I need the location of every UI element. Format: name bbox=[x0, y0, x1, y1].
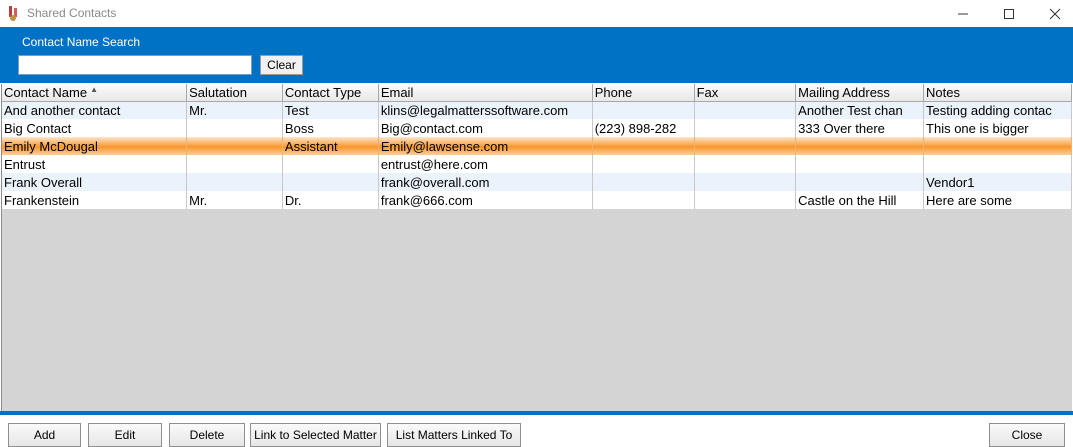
cell-salutation[interactable] bbox=[186, 119, 283, 137]
cell-mailing-address[interactable]: 333 Over there bbox=[795, 119, 925, 137]
title-bar: Shared Contacts bbox=[0, 0, 1073, 27]
action-bar: Add Edit Delete Link to Selected Matter … bbox=[0, 411, 1073, 447]
cell-mailing-address[interactable]: Another Test chan bbox=[795, 101, 925, 119]
table-row[interactable]: Entrust entrust@here.com bbox=[2, 155, 1072, 173]
cell-email[interactable]: frank@666.com bbox=[378, 191, 593, 209]
cell-email[interactable]: Emily@lawsense.com bbox=[378, 137, 593, 155]
cell-phone[interactable] bbox=[592, 137, 695, 155]
cell-contact-type[interactable]: Test bbox=[282, 101, 379, 119]
cell-fax[interactable] bbox=[694, 191, 797, 209]
cell-mailing-address[interactable] bbox=[795, 173, 925, 191]
cell-phone[interactable] bbox=[592, 191, 695, 209]
header-row: Contact Name ▲ Salutation Contact Type Em… bbox=[2, 84, 1072, 102]
cell-salutation[interactable]: Mr. bbox=[186, 101, 283, 119]
contacts-grid[interactable]: Contact Name ▲ Salutation Contact Type Em… bbox=[1, 84, 1072, 411]
cell-email[interactable]: Big@contact.com bbox=[378, 119, 593, 137]
cell-fax[interactable] bbox=[694, 119, 797, 137]
cell-contact-name[interactable]: Big Contact bbox=[2, 119, 188, 137]
column-header-contact-name[interactable]: Contact Name ▲ bbox=[2, 84, 188, 102]
cell-contact-type[interactable] bbox=[282, 173, 379, 191]
cell-contact-name[interactable]: And another contact bbox=[2, 101, 188, 119]
cell-notes[interactable]: This one is bigger bbox=[923, 119, 1072, 137]
cell-mailing-address[interactable] bbox=[795, 155, 925, 173]
delete-button[interactable]: Delete bbox=[169, 423, 245, 447]
table-row[interactable]: Frank Overall frank@overall.com Vendor1 bbox=[2, 173, 1072, 191]
window-title: Shared Contacts bbox=[27, 6, 117, 20]
cell-phone[interactable] bbox=[592, 101, 695, 119]
close-icon bbox=[1049, 8, 1061, 19]
cell-phone[interactable] bbox=[592, 155, 695, 173]
table-row[interactable]: Big Contact Boss Big@contact.com (223) 898-… bbox=[2, 119, 1072, 137]
cell-mailing-address[interactable]: Castle on the Hill bbox=[795, 191, 925, 209]
column-header-mailing-address[interactable]: Mailing Address bbox=[795, 84, 925, 102]
maximize-icon bbox=[1004, 8, 1014, 19]
cell-contact-name[interactable]: Frank Overall bbox=[2, 173, 188, 191]
table-row[interactable]: Frankenstein Mr. Dr. frank@666.com Castle on… bbox=[2, 191, 1072, 209]
cell-notes[interactable]: Testing adding contac bbox=[923, 101, 1072, 119]
cell-mailing-address[interactable] bbox=[795, 137, 925, 155]
search-label: Contact Name Search bbox=[22, 35, 141, 49]
cell-email[interactable]: entrust@here.com bbox=[378, 155, 593, 173]
cell-fax[interactable] bbox=[694, 155, 797, 173]
minimize-button[interactable] bbox=[940, 0, 986, 27]
add-button[interactable]: Add bbox=[8, 423, 81, 447]
cell-email[interactable]: frank@overall.com bbox=[378, 173, 593, 191]
column-header-salutation[interactable]: Salutation bbox=[186, 84, 283, 102]
column-header-phone[interactable]: Phone bbox=[592, 84, 695, 102]
cell-contact-type[interactable] bbox=[282, 155, 379, 173]
column-header-email[interactable]: Email bbox=[378, 84, 593, 102]
column-header-fax[interactable]: Fax bbox=[694, 84, 797, 102]
cell-notes[interactable]: Vendor1 bbox=[923, 173, 1072, 191]
sort-ascending-icon: ▲ bbox=[90, 84, 99, 94]
cell-salutation[interactable] bbox=[186, 137, 283, 155]
cell-notes[interactable] bbox=[923, 155, 1072, 173]
cell-contact-type[interactable]: Boss bbox=[282, 119, 379, 137]
minimize-icon bbox=[958, 13, 968, 14]
maximize-button[interactable] bbox=[986, 0, 1032, 27]
cell-contact-name[interactable]: Entrust bbox=[2, 155, 188, 173]
cell-notes[interactable] bbox=[923, 137, 1072, 155]
cell-fax[interactable] bbox=[694, 173, 797, 191]
table-row[interactable]: And another contact Mr. Test klins@legalmat… bbox=[2, 101, 1072, 119]
cell-salutation[interactable] bbox=[186, 155, 283, 173]
table-row[interactable]: Emily McDougal Assistant Emily@lawsense.co… bbox=[2, 137, 1072, 155]
cell-contact-name[interactable]: Emily McDougal bbox=[2, 137, 188, 155]
cell-notes[interactable]: Here are some bbox=[923, 191, 1072, 209]
column-header-contact-type[interactable]: Contact Type bbox=[282, 84, 379, 102]
search-panel: Contact Name Search Clear bbox=[0, 27, 1073, 83]
close-window-button[interactable] bbox=[1032, 0, 1073, 27]
cell-salutation[interactable]: Mr. bbox=[186, 191, 283, 209]
contact-name-search-input[interactable] bbox=[18, 55, 252, 75]
cell-fax[interactable] bbox=[694, 101, 797, 119]
list-matters-linked-to-button[interactable]: List Matters Linked To bbox=[387, 423, 521, 447]
link-to-selected-matter-button[interactable]: Link to Selected Matter bbox=[250, 423, 381, 447]
app-icon bbox=[9, 6, 17, 21]
cell-salutation[interactable] bbox=[186, 173, 283, 191]
close-button[interactable]: Close bbox=[989, 423, 1065, 447]
cell-fax[interactable] bbox=[694, 137, 797, 155]
cell-phone[interactable]: (223) 898-282 bbox=[592, 119, 695, 137]
column-header-notes[interactable]: Notes bbox=[923, 84, 1072, 102]
edit-button[interactable]: Edit bbox=[88, 423, 162, 447]
clear-button[interactable]: Clear bbox=[260, 55, 303, 75]
cell-email[interactable]: klins@legalmatterssoftware.com bbox=[378, 101, 593, 119]
cell-contact-name[interactable]: Frankenstein bbox=[2, 191, 188, 209]
cell-contact-type[interactable]: Assistant bbox=[282, 137, 379, 155]
cell-contact-type[interactable]: Dr. bbox=[282, 191, 379, 209]
contacts-table: Contact Name ▲ Salutation Contact Type Em… bbox=[2, 84, 1072, 209]
cell-phone[interactable] bbox=[592, 173, 695, 191]
